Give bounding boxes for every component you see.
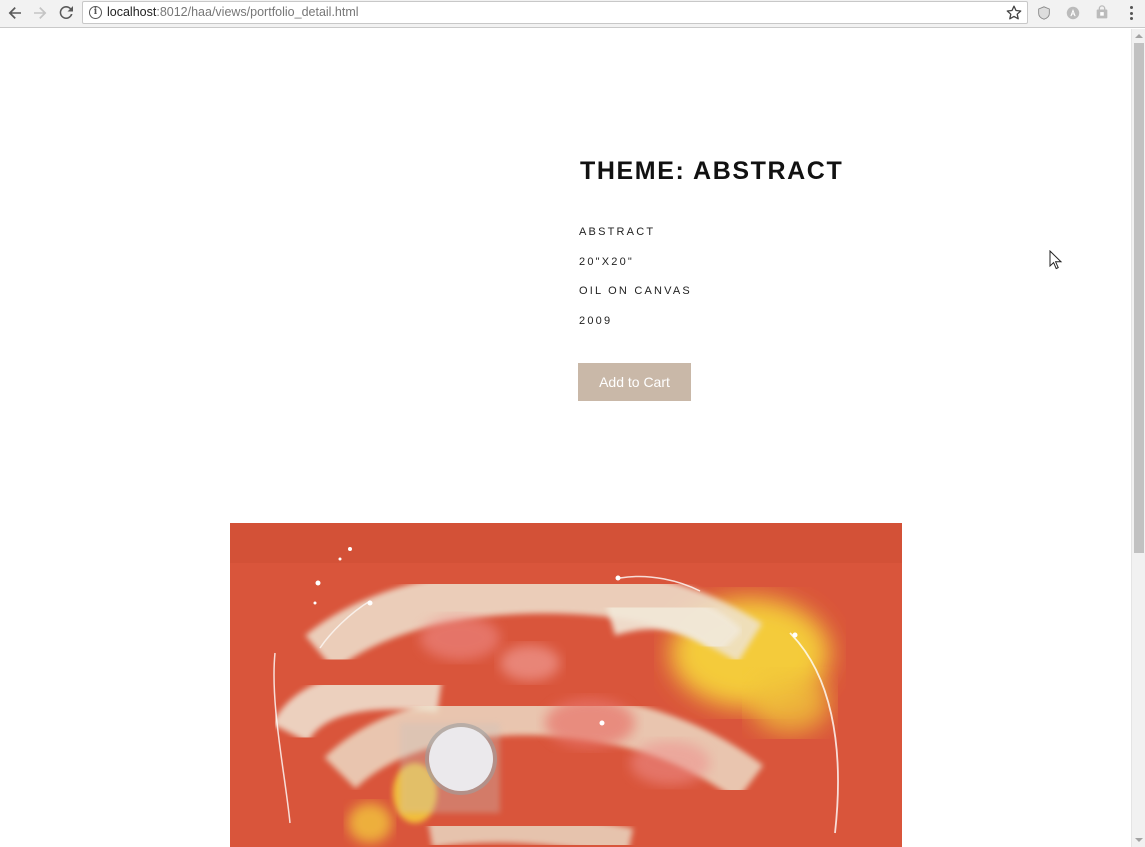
artwork-image[interactable] — [230, 523, 902, 847]
forward-arrow-icon[interactable] — [29, 3, 51, 23]
artwork-year: 2009 — [579, 315, 613, 327]
scroll-down-arrow-icon[interactable] — [1135, 838, 1143, 842]
scroll-thumb[interactable] — [1134, 43, 1144, 553]
kebab-menu-icon[interactable] — [1122, 4, 1140, 22]
star-icon[interactable] — [1005, 4, 1023, 22]
mouse-cursor-icon — [1049, 249, 1063, 270]
page-content: THEME: ABSTRACT ABSTRACT 20"X20" OIL ON … — [0, 29, 1131, 847]
extension-angular-icon[interactable] — [1064, 4, 1082, 22]
scroll-up-arrow-icon[interactable] — [1135, 34, 1143, 38]
back-arrow-icon[interactable] — [4, 3, 26, 23]
add-to-cart-button[interactable]: Add to Cart — [578, 363, 691, 401]
info-icon[interactable]: i — [89, 6, 102, 19]
artwork-size: 20"X20" — [579, 256, 635, 268]
url-host: localhost — [107, 5, 157, 19]
artwork-name: ABSTRACT — [579, 226, 656, 238]
page-title: THEME: ABSTRACT — [580, 157, 844, 185]
browser-toolbar: i localhost:8012/haa/views/portfolio_det… — [0, 0, 1145, 28]
address-bar[interactable]: i localhost:8012/haa/views/portfolio_det… — [82, 1, 1028, 24]
vertical-scrollbar[interactable] — [1131, 29, 1145, 847]
reload-icon[interactable] — [55, 3, 77, 23]
artwork-medium: OIL ON CANVAS — [579, 285, 692, 297]
abstract-painting — [230, 523, 902, 847]
url-path: :8012/haa/views/portfolio_detail.html — [156, 5, 359, 19]
extension-shield-icon[interactable] — [1035, 4, 1053, 22]
extension-lock-icon[interactable] — [1093, 4, 1111, 22]
url-text[interactable]: localhost:8012/haa/views/portfolio_detai… — [107, 5, 359, 19]
